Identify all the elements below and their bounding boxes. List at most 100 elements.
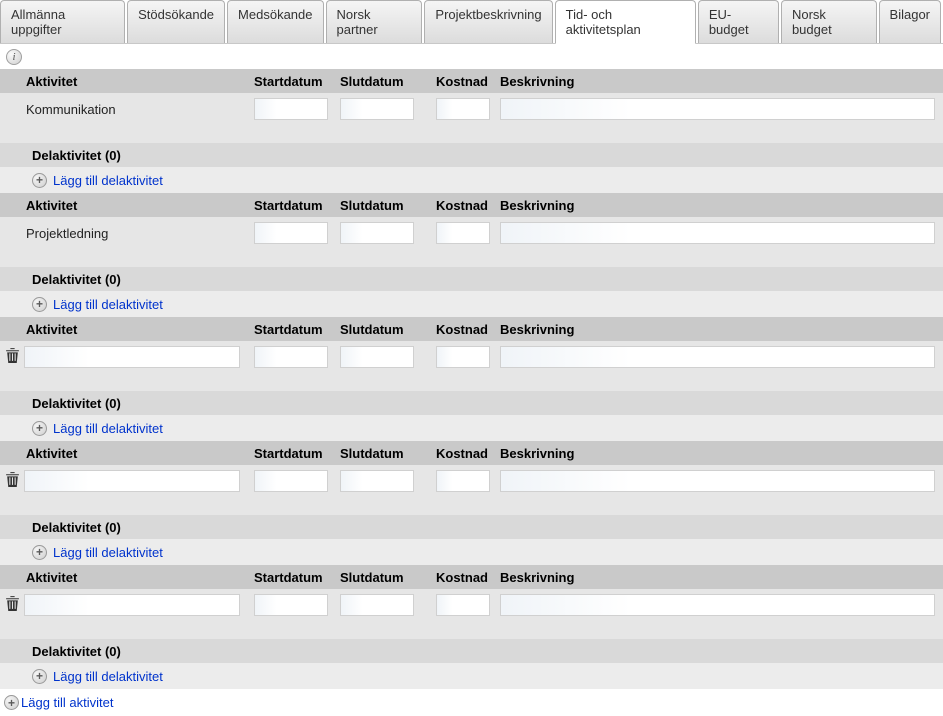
- add-subactivity-link[interactable]: Lägg till delaktivitet: [53, 669, 163, 684]
- plus-icon[interactable]: +: [32, 545, 47, 560]
- desc-input[interactable]: [500, 98, 935, 120]
- activity-block: Aktivitet Startdatum Slutdatum Kostnad B…: [0, 565, 943, 689]
- add-subactivity-link[interactable]: Lägg till delaktivitet: [53, 297, 163, 312]
- activity-block: Aktivitet Startdatum Slutdatum Kostnad B…: [0, 193, 943, 317]
- subactivity-action-row: + Lägg till delaktivitet: [0, 539, 943, 565]
- plus-icon[interactable]: +: [4, 695, 19, 710]
- header-end: Slutdatum: [340, 74, 436, 89]
- tab-tid-aktivitetsplan[interactable]: Tid- och aktivitetsplan: [555, 0, 696, 44]
- header-cost: Kostnad: [436, 322, 500, 337]
- activity-header-row: Aktivitet Startdatum Slutdatum Kostnad B…: [0, 565, 943, 589]
- add-activity-link[interactable]: Lägg till aktivitet: [21, 695, 114, 710]
- spacer: [0, 621, 943, 639]
- tab-norsk-budget[interactable]: Norsk budget: [781, 0, 877, 43]
- end-date-input[interactable]: [340, 98, 414, 120]
- activity-data-row: [0, 465, 943, 497]
- plus-icon[interactable]: +: [32, 173, 47, 188]
- content-area: i Aktivitet Startdatum Slutdatum Kostnad…: [0, 44, 943, 716]
- start-date-input[interactable]: [254, 98, 328, 120]
- activity-header-row: Aktivitet Startdatum Slutdatum Kostnad B…: [0, 317, 943, 341]
- spacer: [0, 373, 943, 391]
- info-icon[interactable]: i: [6, 49, 22, 65]
- activity-header-row: Aktivitet Startdatum Slutdatum Kostnad B…: [0, 69, 943, 93]
- plus-icon[interactable]: +: [32, 421, 47, 436]
- header-start: Startdatum: [254, 322, 340, 337]
- cost-input[interactable]: [436, 98, 490, 120]
- header-activity: Aktivitet: [24, 446, 254, 461]
- desc-input[interactable]: [500, 222, 935, 244]
- subactivity-header: Delaktivitet (0): [0, 515, 943, 539]
- header-activity: Aktivitet: [24, 198, 254, 213]
- activity-data-row: [0, 341, 943, 373]
- spacer: [0, 125, 943, 143]
- subactivity-action-row: + Lägg till delaktivitet: [0, 167, 943, 193]
- subactivity-action-row: + Lägg till delaktivitet: [0, 663, 943, 689]
- header-cost: Kostnad: [436, 198, 500, 213]
- info-bar: i: [0, 44, 943, 69]
- subactivity-action-row: + Lägg till delaktivitet: [0, 291, 943, 317]
- activity-header-row: Aktivitet Startdatum Slutdatum Kostnad B…: [0, 441, 943, 465]
- desc-input[interactable]: [500, 346, 935, 368]
- end-date-input[interactable]: [340, 346, 414, 368]
- end-date-input[interactable]: [340, 470, 414, 492]
- tab-bar: Allmänna uppgifter Stödsökande Medsökand…: [0, 0, 943, 44]
- activity-header-row: Aktivitet Startdatum Slutdatum Kostnad B…: [0, 193, 943, 217]
- desc-input[interactable]: [500, 594, 935, 616]
- desc-input[interactable]: [500, 470, 935, 492]
- start-date-input[interactable]: [254, 346, 328, 368]
- header-start: Startdatum: [254, 570, 340, 585]
- cost-input[interactable]: [436, 222, 490, 244]
- header-desc: Beskrivning: [500, 570, 943, 585]
- start-date-input[interactable]: [254, 470, 328, 492]
- header-start: Startdatum: [254, 198, 340, 213]
- spacer: [0, 249, 943, 267]
- tab-norsk-partner[interactable]: Norsk partner: [326, 0, 423, 43]
- activity-block: Aktivitet Startdatum Slutdatum Kostnad B…: [0, 441, 943, 565]
- tab-stodsokande[interactable]: Stödsökande: [127, 0, 225, 43]
- start-date-input[interactable]: [254, 222, 328, 244]
- subactivity-label: Delaktivitet (0): [32, 520, 121, 535]
- plus-icon[interactable]: +: [32, 297, 47, 312]
- header-cost: Kostnad: [436, 446, 500, 461]
- cost-input[interactable]: [436, 470, 490, 492]
- header-desc: Beskrivning: [500, 74, 943, 89]
- activity-block: Aktivitet Startdatum Slutdatum Kostnad B…: [0, 317, 943, 441]
- header-activity: Aktivitet: [24, 570, 254, 585]
- header-cost: Kostnad: [436, 74, 500, 89]
- trash-icon[interactable]: [5, 347, 20, 367]
- start-date-input[interactable]: [254, 594, 328, 616]
- end-date-input[interactable]: [340, 222, 414, 244]
- header-start: Startdatum: [254, 446, 340, 461]
- header-cost: Kostnad: [436, 570, 500, 585]
- subactivity-label: Delaktivitet (0): [32, 148, 121, 163]
- add-subactivity-link[interactable]: Lägg till delaktivitet: [53, 545, 163, 560]
- tab-eu-budget[interactable]: EU-budget: [698, 0, 779, 43]
- tab-projektbeskrivning[interactable]: Projektbeskrivning: [424, 0, 552, 43]
- add-subactivity-link[interactable]: Lägg till delaktivitet: [53, 173, 163, 188]
- add-subactivity-link[interactable]: Lägg till delaktivitet: [53, 421, 163, 436]
- subactivity-header: Delaktivitet (0): [0, 391, 943, 415]
- plus-icon[interactable]: +: [32, 669, 47, 684]
- spacer: [0, 497, 943, 515]
- tab-medsokande[interactable]: Medsökande: [227, 0, 323, 43]
- subactivity-header: Delaktivitet (0): [0, 267, 943, 291]
- header-start: Startdatum: [254, 74, 340, 89]
- activity-data-row: [0, 589, 943, 621]
- end-date-input[interactable]: [340, 594, 414, 616]
- activity-name-text: Kommunikation: [24, 102, 116, 117]
- activity-name-input[interactable]: [24, 594, 240, 616]
- cost-input[interactable]: [436, 346, 490, 368]
- header-activity: Aktivitet: [24, 322, 254, 337]
- tab-bilagor[interactable]: Bilagor: [879, 0, 941, 43]
- cost-input[interactable]: [436, 594, 490, 616]
- trash-icon[interactable]: [5, 595, 20, 615]
- header-end: Slutdatum: [340, 446, 436, 461]
- tab-allmanna[interactable]: Allmänna uppgifter: [0, 0, 125, 43]
- activity-name-input[interactable]: [24, 470, 240, 492]
- header-end: Slutdatum: [340, 198, 436, 213]
- trash-icon[interactable]: [5, 471, 20, 491]
- header-desc: Beskrivning: [500, 446, 943, 461]
- subactivity-label: Delaktivitet (0): [32, 396, 121, 411]
- activity-name-input[interactable]: [24, 346, 240, 368]
- footer-row: + Lägg till aktivitet: [0, 689, 943, 716]
